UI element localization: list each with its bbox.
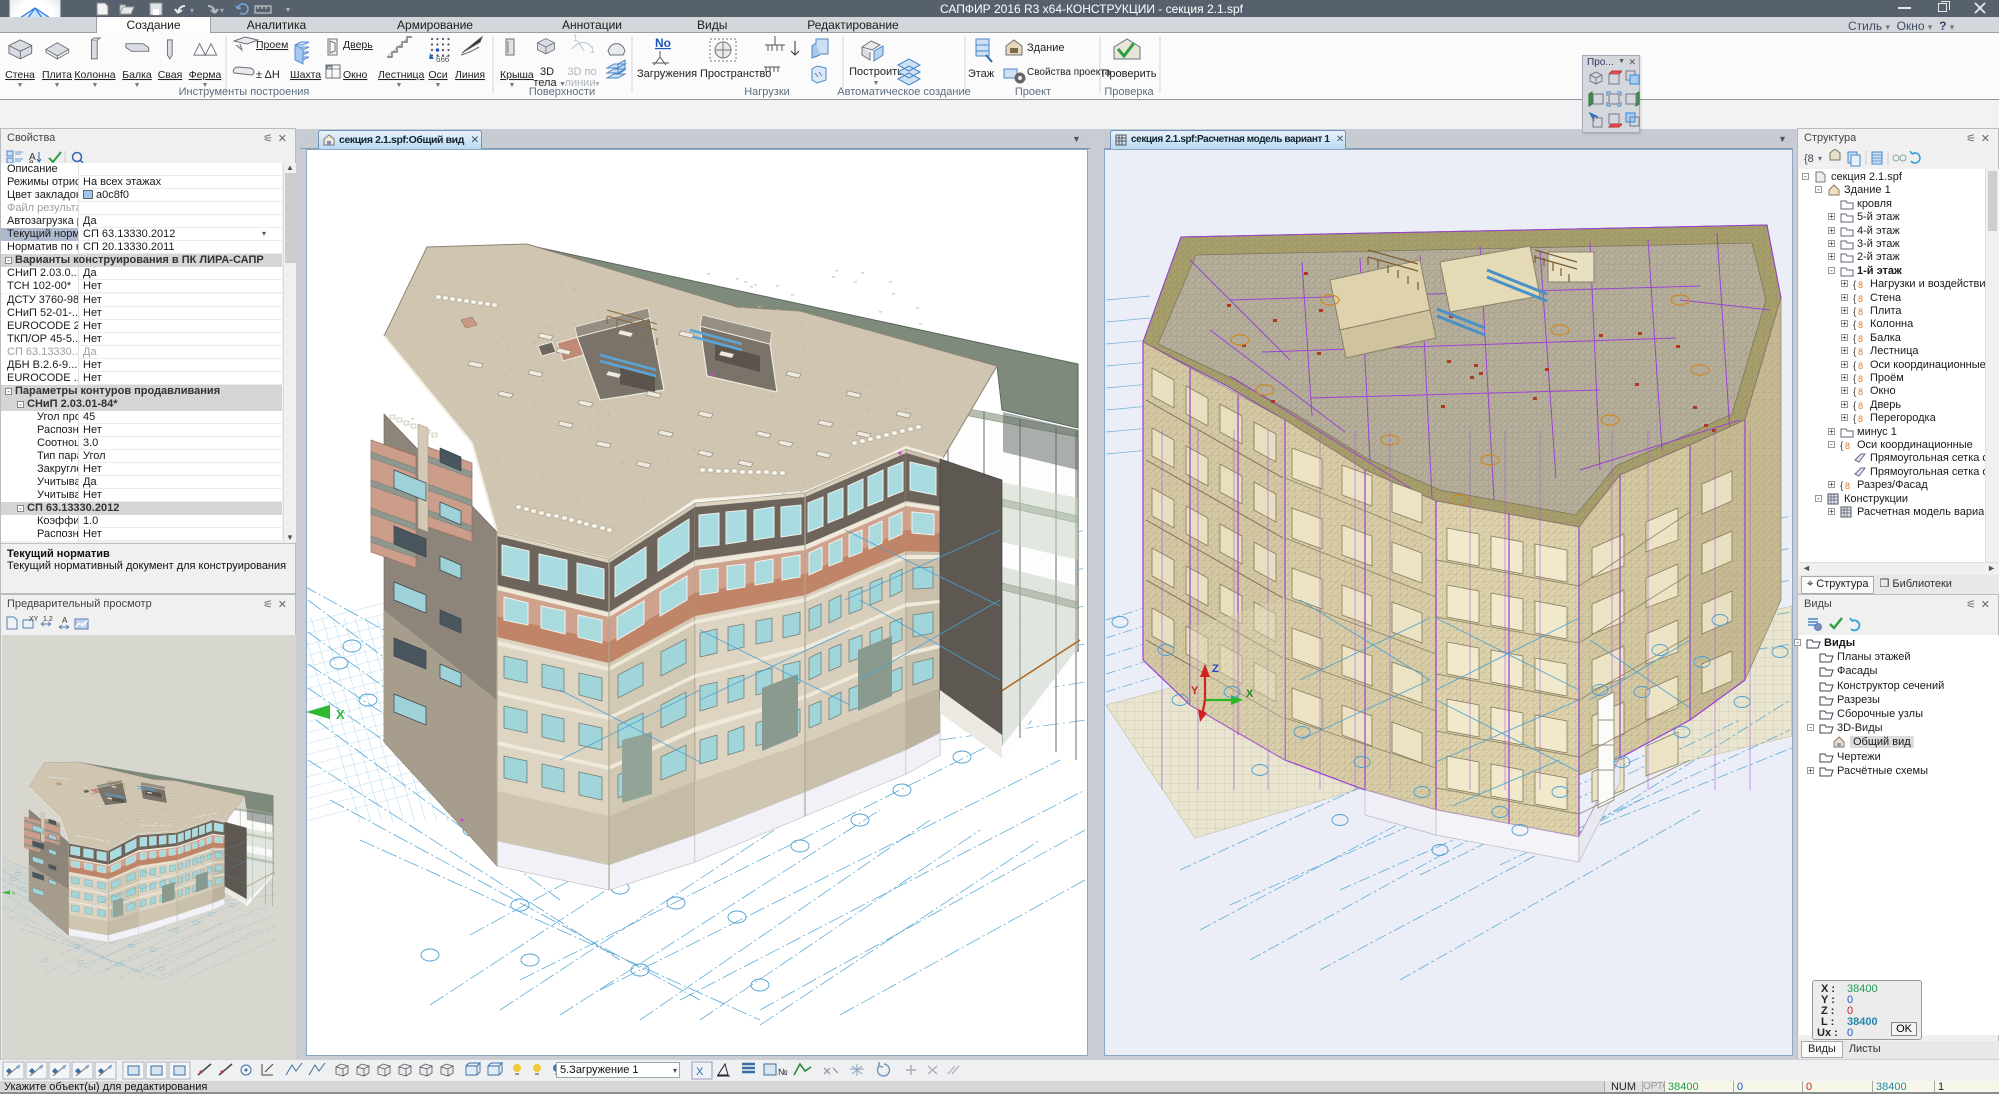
svg-text:Этаж: Этаж <box>968 68 995 80</box>
svg-text:▼: ▼ <box>17 82 24 89</box>
svg-text:{: { <box>1853 401 1857 411</box>
svg-text:Дверь: Дверь <box>343 39 373 51</box>
svg-text:Автоматическое создание: Автоматическое создание <box>837 86 970 98</box>
svg-text:▼: ▼ <box>396 82 403 89</box>
svg-text:A: A <box>62 616 68 625</box>
svg-text:Пространство: Пространство <box>700 68 771 80</box>
svg-text:8: 8 <box>1858 294 1863 304</box>
svg-text:▼: ▼ <box>435 82 442 89</box>
svg-text:Здание: Здание <box>1027 42 1065 54</box>
svg-text:▾: ▾ <box>1818 154 1822 163</box>
svg-text:Y: Y <box>1191 685 1199 697</box>
svg-text:8: 8 <box>1858 280 1863 290</box>
svg-text:8: 8 <box>1858 334 1863 344</box>
svg-text:{: { <box>1853 280 1857 290</box>
svg-text:Шахта: Шахта <box>290 69 321 81</box>
svg-text:1: 1 <box>573 33 578 43</box>
svg-text:8: 8 <box>1858 361 1863 371</box>
svg-text:Загружения: Загружения <box>637 68 697 80</box>
svg-text:Проем: Проем <box>256 39 288 51</box>
svg-text:Линия: Линия <box>455 69 485 81</box>
svg-text:▼: ▼ <box>92 82 99 89</box>
svg-text:▼: ▼ <box>509 82 516 89</box>
svg-text:1.2: 1.2 <box>43 616 53 623</box>
svg-text:8: 8 <box>1858 320 1863 330</box>
svg-text:8: 8 <box>1845 481 1850 491</box>
svg-text:Ферма: Ферма <box>189 69 222 81</box>
svg-text:Колонна: Колонна <box>74 69 115 81</box>
svg-text:8: 8 <box>1858 347 1863 357</box>
svg-text:± ΔН: ± ΔН <box>256 69 280 81</box>
svg-text:8: 8 <box>1858 387 1863 397</box>
svg-text:Проверка: Проверка <box>1104 86 1154 98</box>
svg-text:Нагрузки: Нагрузки <box>744 86 790 98</box>
svg-text:▾: ▾ <box>286 5 290 14</box>
svg-text:8: 8 <box>1858 374 1863 384</box>
svg-text:Инструменты построения: Инструменты построения <box>179 86 310 98</box>
svg-text:{: { <box>1853 387 1857 397</box>
svg-text:Крыша: Крыша <box>500 69 534 81</box>
svg-text:X: X <box>12 891 15 895</box>
svg-text:{: { <box>1853 294 1857 304</box>
svg-text:{8: {8 <box>1804 153 1814 165</box>
svg-text:X: X <box>1246 688 1254 700</box>
svg-text:{: { <box>1840 441 1844 451</box>
svg-text:Построить: Построить <box>849 66 903 78</box>
svg-text:X: X <box>336 707 345 722</box>
svg-text:Свая: Свая <box>158 69 183 81</box>
svg-text:Оси: Оси <box>428 69 447 81</box>
svg-text:Балка: Балка <box>122 69 152 81</box>
svg-text:№: № <box>778 1067 788 1077</box>
svg-text:X: X <box>696 1066 704 1078</box>
svg-text:Плита: Плита <box>42 69 72 81</box>
svg-text:▼: ▼ <box>54 82 61 89</box>
svg-text:{: { <box>1853 361 1857 371</box>
svg-text:{: { <box>1853 347 1857 357</box>
svg-text:No: No <box>655 36 671 50</box>
svg-text:XY: XY <box>29 616 39 623</box>
svg-text:Окно: Окно <box>343 69 368 81</box>
svg-text:8: 8 <box>1858 414 1863 424</box>
svg-text:{: { <box>1853 320 1857 330</box>
svg-text:666: 666 <box>436 55 450 64</box>
svg-text:Стена: Стена <box>5 69 35 81</box>
svg-text:{: { <box>1840 481 1844 491</box>
svg-text:Проверить: Проверить <box>1101 68 1156 80</box>
svg-text:1: 1 <box>590 45 595 55</box>
svg-text:Проект: Проект <box>1015 86 1051 98</box>
svg-text:8: 8 <box>1845 441 1850 451</box>
svg-text:Лестница: Лестница <box>378 69 424 81</box>
svg-text:▾: ▾ <box>190 6 194 15</box>
svg-text:8: 8 <box>1858 401 1863 411</box>
svg-text:▾: ▾ <box>220 6 224 15</box>
svg-text:{: { <box>1853 374 1857 384</box>
svg-text:{: { <box>1853 414 1857 424</box>
svg-text:Поверхности: Поверхности <box>529 86 595 98</box>
svg-text:Свойства проекта: Свойства проекта <box>1027 67 1111 78</box>
svg-text:{: { <box>1853 334 1857 344</box>
svg-text:8: 8 <box>1858 307 1863 317</box>
svg-text:▼: ▼ <box>134 82 141 89</box>
svg-text:Z: Z <box>1212 663 1219 675</box>
svg-text:{: { <box>1853 307 1857 317</box>
